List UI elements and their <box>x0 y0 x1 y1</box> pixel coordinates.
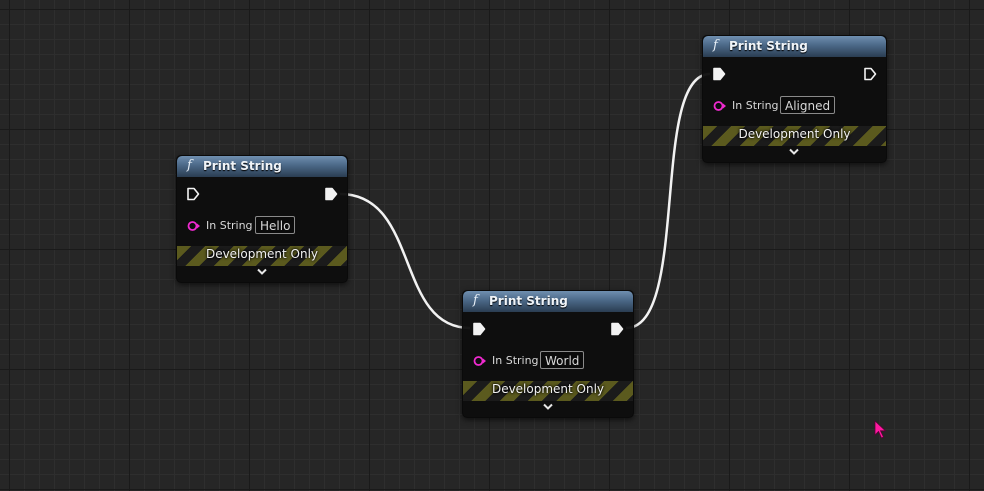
node-header[interactable]: f Print String <box>177 156 347 177</box>
print-string-node[interactable]: f Print String In String Aligned Develop… <box>702 35 887 163</box>
function-icon: f <box>187 158 192 173</box>
node-title: Print String <box>729 39 808 53</box>
node-header[interactable]: f Print String <box>463 291 633 312</box>
in-string-label: In String <box>732 99 779 112</box>
in-string-input[interactable]: Aligned <box>780 96 836 114</box>
exec-wire-hello-to-world[interactable] <box>339 192 471 330</box>
print-string-node[interactable]: f Print String In String Hello Developme… <box>176 155 348 283</box>
print-string-node[interactable]: f Print String In String World Developme… <box>462 290 634 418</box>
in-string-label: In String <box>206 219 253 232</box>
mouse-cursor-icon <box>874 420 887 439</box>
exec-output-pin-icon[interactable] <box>324 187 338 201</box>
string-pin-icon[interactable] <box>473 355 487 367</box>
string-pin-icon[interactable] <box>713 100 727 112</box>
exec-input-pin-icon[interactable] <box>712 67 726 81</box>
node-title: Print String <box>489 294 568 308</box>
in-string-input[interactable]: World <box>540 351 585 369</box>
blueprint-graph-canvas[interactable]: f Print String In String Hello Developme… <box>0 0 984 491</box>
function-icon: f <box>473 293 478 308</box>
in-string-input[interactable]: Hello <box>255 216 296 234</box>
exec-output-pin-icon[interactable] <box>610 322 624 336</box>
node-title: Print String <box>203 159 282 173</box>
exec-input-pin-icon[interactable] <box>472 322 486 336</box>
chevron-down-icon[interactable] <box>256 267 268 277</box>
exec-output-pin-icon[interactable] <box>863 67 877 81</box>
string-pin-icon[interactable] <box>187 220 201 232</box>
development-only-label: Development Only <box>491 382 605 396</box>
exec-wire-world-to-aligned[interactable] <box>625 72 711 330</box>
development-only-label: Development Only <box>738 127 851 141</box>
chevron-down-icon[interactable] <box>788 147 800 157</box>
exec-input-pin-icon[interactable] <box>186 187 200 201</box>
chevron-down-icon[interactable] <box>542 402 554 412</box>
development-only-label: Development Only <box>205 247 319 261</box>
node-header[interactable]: f Print String <box>703 36 886 57</box>
function-icon: f <box>713 38 718 53</box>
in-string-label: In String <box>492 354 539 367</box>
